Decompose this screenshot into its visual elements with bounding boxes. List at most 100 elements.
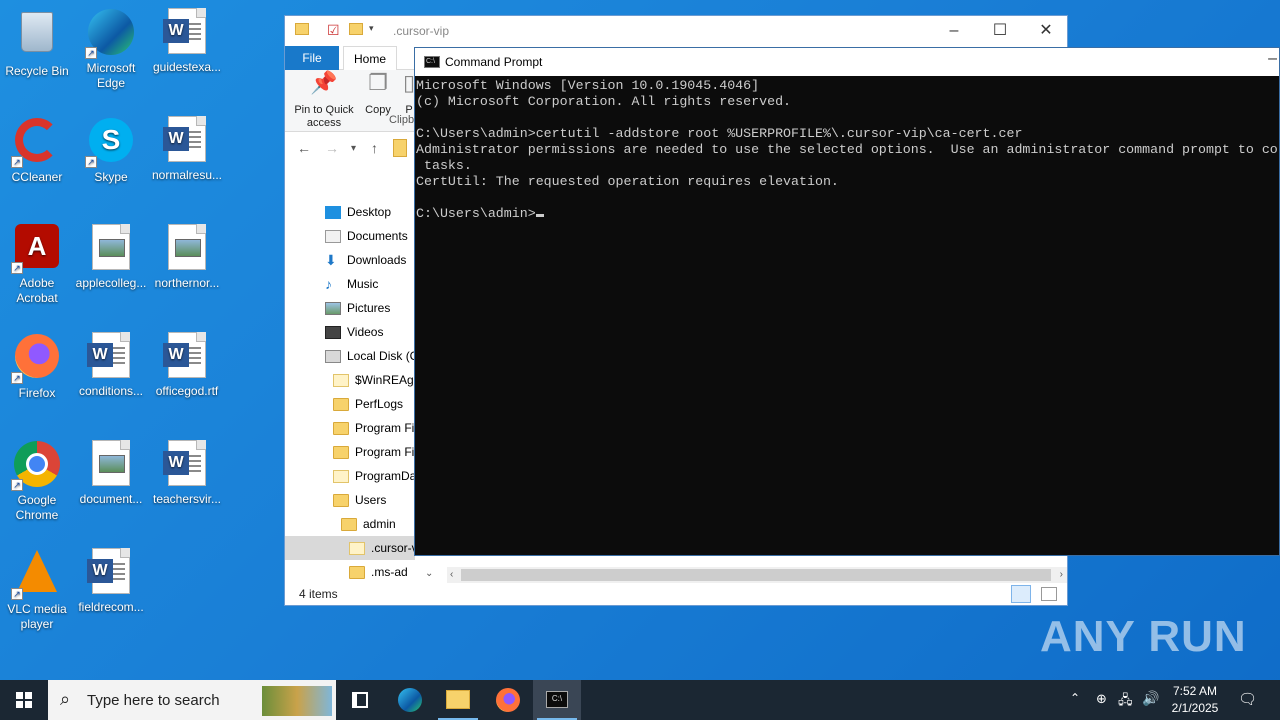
tree-item-folder[interactable]: .ms-ad [285,560,415,584]
desktop-icon-microsoft-edge[interactable]: ↗ Microsoft Edge [74,8,148,91]
desktop-icon-label: Recycle Bin [5,64,69,78]
search-placeholder: Type here to search [87,692,220,709]
customize-toolbar-icon[interactable]: ▾ [369,23,374,34]
acrobat-icon: A ↗ [11,224,61,274]
taskbar-file-explorer[interactable] [434,680,482,720]
scrollbar-thumb[interactable] [461,569,1051,581]
folder-icon [349,566,365,580]
tree-item-pictures[interactable]: Pictures [285,296,415,320]
tree-label: Local Disk (C [347,349,415,363]
tree-item-folder-selected[interactable]: .cursor-v [285,536,415,560]
scroll-left-icon[interactable]: ‹ [450,567,453,583]
minimize-button[interactable]: – [1268,50,1277,68]
taskbar-search-box[interactable]: ⌕ Type here to search [48,680,336,720]
tree-label: Pictures [347,301,391,315]
tab-home[interactable]: Home [343,46,397,71]
taskbar-command-prompt[interactable]: C:\ [533,680,581,720]
desktop-icon-label: officegod.rtf [155,384,219,398]
maximize-button[interactable]: ☐ [977,16,1023,46]
copy-button[interactable]: ❐ Copy [361,72,395,117]
forward-arrow-icon[interactable]: → [325,140,339,156]
tree-item-folder[interactable]: admin [285,512,415,536]
folder-icon [349,542,365,556]
desktop-icon [325,206,341,220]
desktop-icon-word-file[interactable]: W fieldrecom... [74,548,148,615]
new-folder-icon[interactable] [349,23,363,35]
desktop-icon-adobe-acrobat[interactable]: A ↗ Adobe Acrobat [0,224,74,306]
tree-item-local-disk[interactable]: Local Disk (C [285,344,415,368]
notifications-icon[interactable]: 🗨 [1238,690,1257,720]
tree-item-folder[interactable]: $WinREAge [285,368,415,392]
tree-label: Documents [347,229,408,243]
tree-item-desktop[interactable]: Desktop [285,200,415,224]
network-icon[interactable]: 🖧 [1118,691,1133,720]
minimize-button[interactable]: – [931,16,977,46]
cmd-title-bar[interactable]: C:\ Command Prompt – [415,48,1279,76]
recent-locations-icon[interactable]: ▾ [351,143,356,154]
large-icons-view-icon[interactable] [1041,587,1057,601]
tree-label: .ms-ad [371,565,408,579]
anyrun-watermark: ANY RUN [1040,612,1247,661]
desktop-icon-ccleaner[interactable]: ↗ CCleaner [0,116,74,185]
desktop-icon-word-file[interactable]: W normalresu... [150,116,224,183]
tree-item-folder[interactable]: Users [285,488,415,512]
item-count: 4 items [299,587,338,601]
taskbar-clock[interactable]: 7:52 AM 2/1/2025 [1160,683,1230,717]
address-folder-icon[interactable] [393,139,407,157]
tree-item-folder[interactable]: Program Fil [285,440,415,464]
tree-item-documents[interactable]: Documents [285,224,415,248]
desktop-icon-image-file[interactable]: applecolleg... [74,224,148,291]
tree-item-folder[interactable]: ProgramDat [285,464,415,488]
taskbar-firefox[interactable] [484,680,532,720]
show-hidden-icons-button[interactable]: ⌃ [1070,691,1080,720]
tree-label: Videos [347,325,384,339]
tree-label: Desktop [347,205,392,219]
desktop-icon-recycle-bin[interactable]: Recycle Bin [0,8,74,79]
tab-file[interactable]: File [285,46,339,70]
desktop-icon-image-file[interactable]: document... [74,440,148,507]
back-arrow-icon[interactable]: ← [297,140,311,156]
tree-label: .cursor-v [371,541,415,555]
desktop-icon-label: document... [79,492,143,506]
tree-item-downloads[interactable]: ⬇ Downloads [285,248,415,272]
volume-icon[interactable]: 🔊 [1142,690,1159,720]
close-button[interactable]: ✕ [1023,16,1069,46]
pin-to-quick-access-button[interactable]: 📌 Pin to Quick access [291,72,357,130]
drive-icon [325,350,341,364]
tree-label: Program Fil [355,421,415,435]
desktop-icon-word-file[interactable]: W conditions... [74,332,148,399]
taskbar-edge[interactable] [386,680,434,720]
up-arrow-icon[interactable]: ↑ [371,140,378,156]
tree-item-videos[interactable]: Videos [285,320,415,344]
desktop-icon-word-file[interactable]: W officegod.rtf [150,332,224,399]
task-view-button[interactable] [336,680,384,720]
command-prompt-window[interactable]: C:\ Command Prompt – Microsoft Windows [… [414,47,1280,556]
horizontal-scrollbar[interactable]: ‹ › [447,567,1067,583]
desktop-icon-word-file[interactable]: W guidestexa... [150,8,224,75]
desktop-icon-label: VLC media player [7,602,67,631]
download-arrow-icon: ⬇ [325,252,337,269]
tree-item-folder[interactable]: Program Fil [285,416,415,440]
scroll-right-icon[interactable]: › [1060,567,1063,583]
cmd-console-output[interactable]: Microsoft Windows [Version 10.0.19045.40… [415,76,1279,556]
explorer-title-bar[interactable]: ☑ ▾ .cursor-vip – ☐ ✕ [285,16,1067,46]
desktop-icon-google-chrome[interactable]: ↗ Google Chrome [0,440,74,523]
start-button[interactable] [0,680,48,720]
skype-icon: S ↗ [85,118,135,168]
desktop-icon-label: conditions... [78,384,144,398]
tree-label: Users [355,493,387,507]
desktop-icon-label: applecolleg... [75,276,147,290]
desktop-icon-vlc[interactable]: ↗ VLC media player [0,548,74,632]
search-highlight-icon [262,686,332,716]
tree-item-folder[interactable]: PerfLogs [285,392,415,416]
desktop-icon-firefox[interactable]: ↗ Firefox [0,332,74,401]
tree-item-music[interactable]: ♪ Music [285,272,415,296]
tree-scroll-down-icon[interactable]: ⌄ [425,568,433,579]
desktop-icon-word-file[interactable]: W teachersvir... [150,440,224,507]
desktop-icon-skype[interactable]: S ↗ Skype [74,116,148,185]
desktop-icon-label: Adobe Acrobat [16,276,58,305]
properties-icon[interactable]: ☑ [327,22,340,39]
meet-now-icon[interactable]: ⊕ [1096,691,1107,720]
details-view-icon[interactable] [1011,585,1031,603]
desktop-icon-image-file[interactable]: northernor... [150,224,224,291]
